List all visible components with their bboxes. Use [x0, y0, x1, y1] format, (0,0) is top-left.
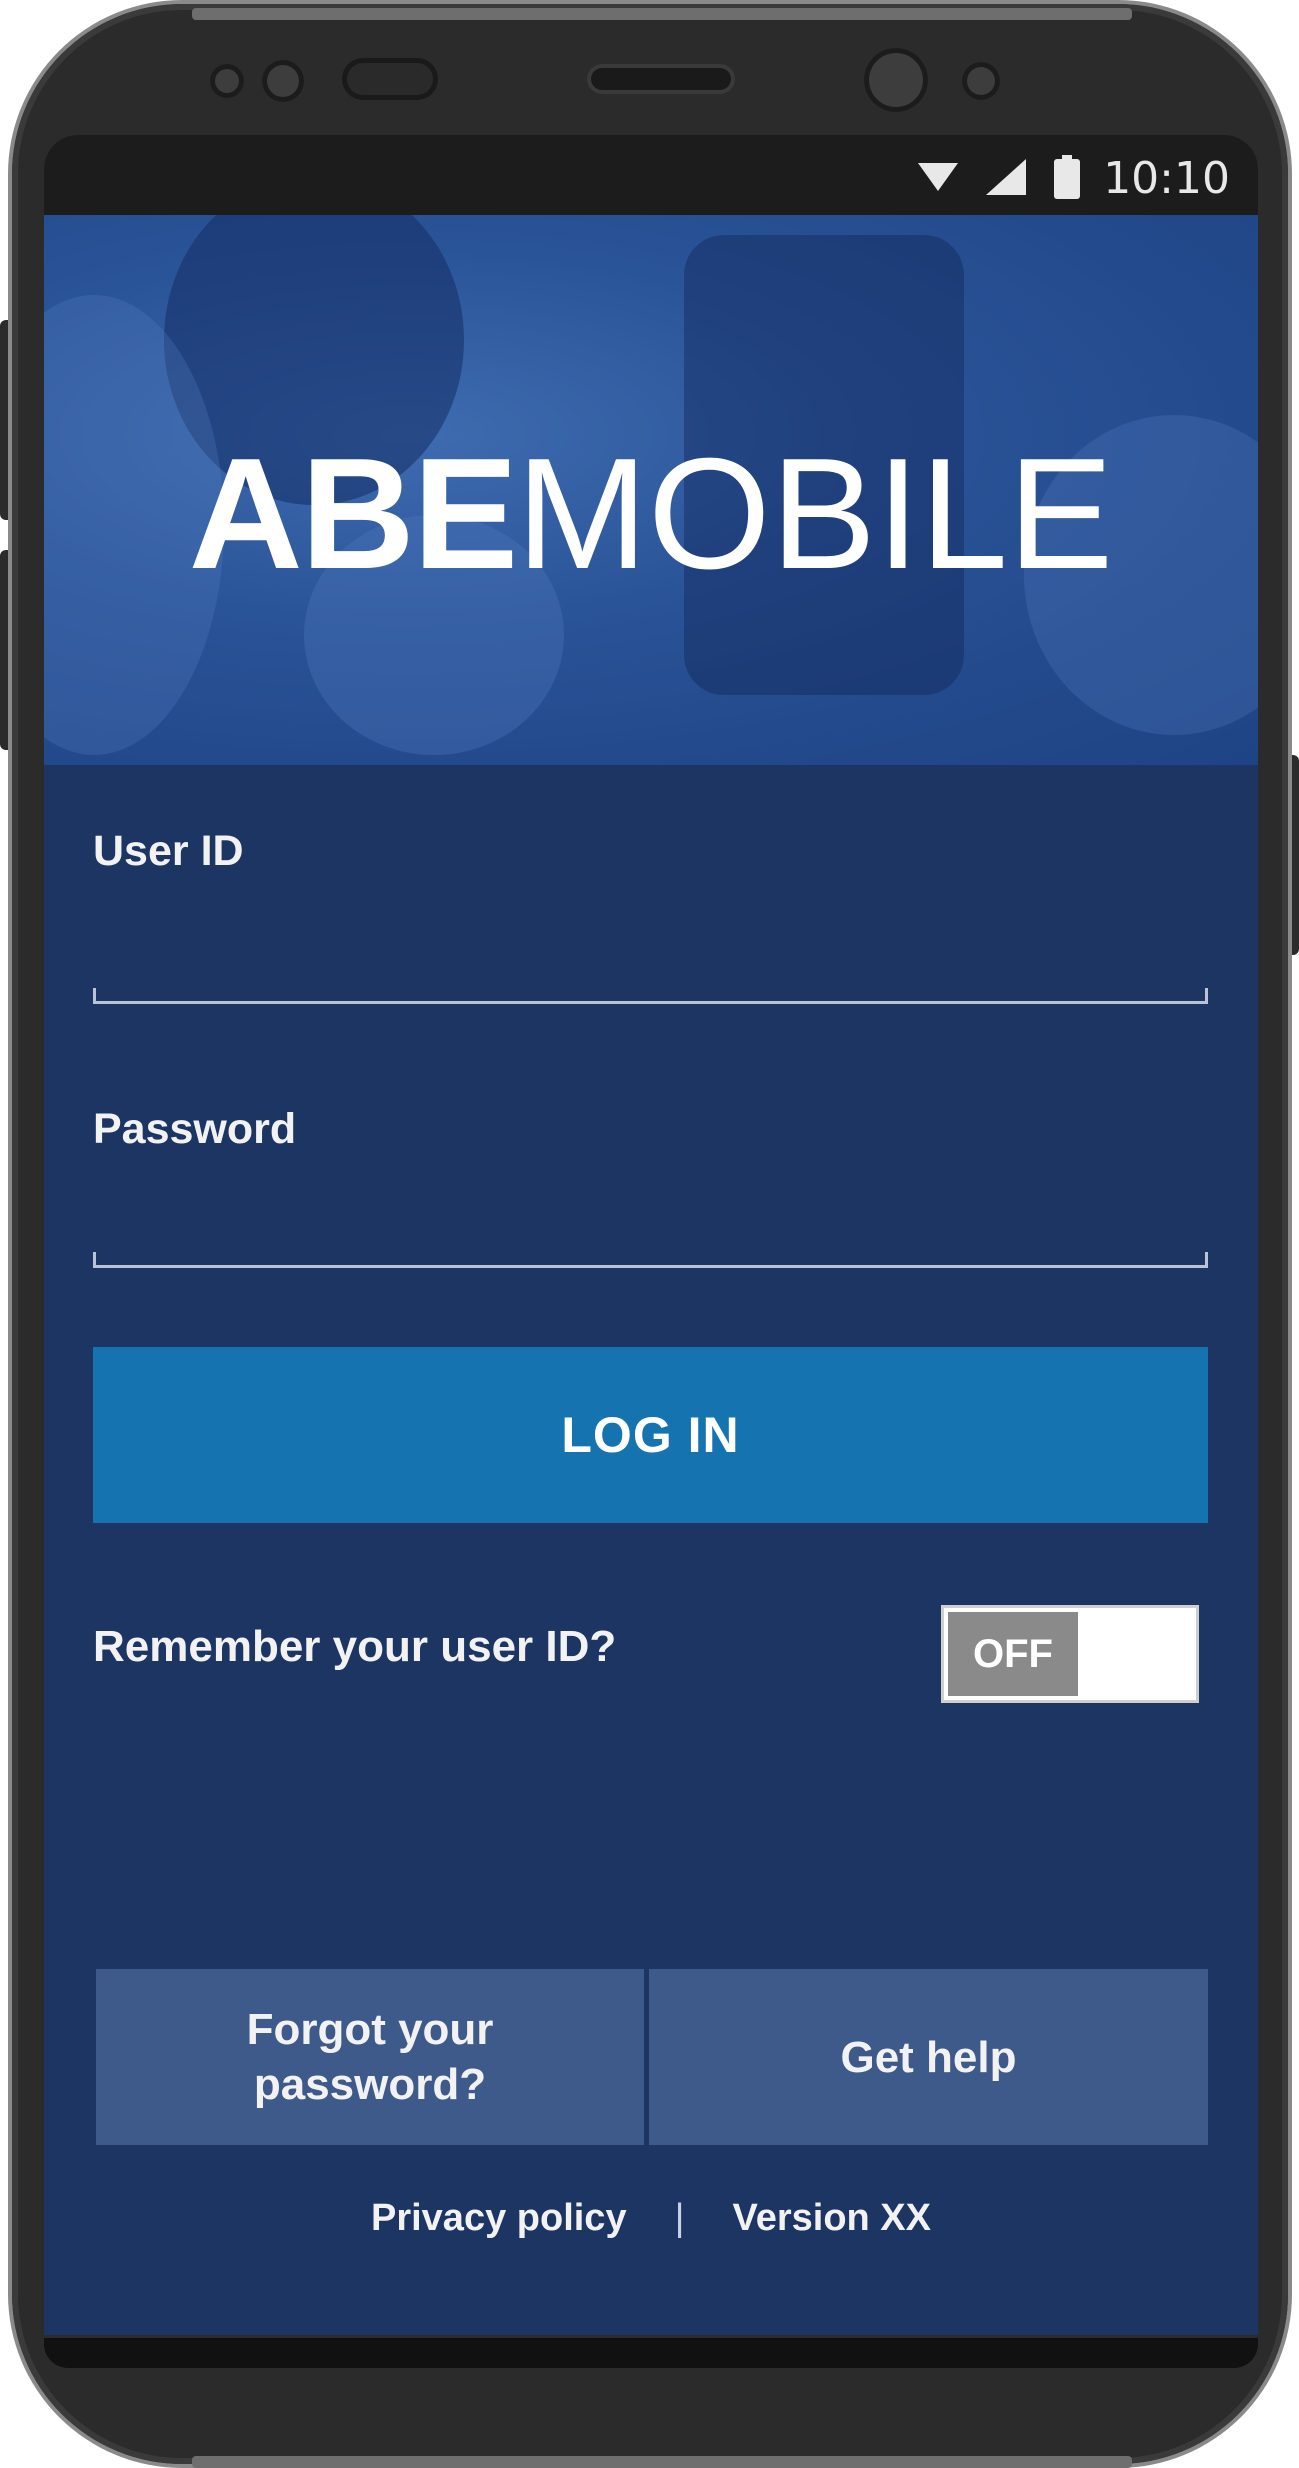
app-logo: ABEMOBILE	[44, 435, 1258, 593]
phone-bottom-edge	[192, 2456, 1132, 2468]
remember-user-id-toggle[interactable]: OFF	[941, 1605, 1199, 1703]
battery-icon	[1054, 155, 1080, 199]
hero-banner: ABEMOBILE	[44, 215, 1258, 765]
wifi-icon	[918, 163, 958, 191]
sensor-dot-icon	[210, 64, 244, 98]
forgot-password-line2: password?	[253, 2060, 487, 2109]
status-bar: 10:10	[44, 135, 1258, 215]
password-label: Password	[93, 1105, 297, 1153]
status-time: 10:10	[1103, 153, 1230, 204]
forgot-password-button[interactable]: Forgot your password?	[96, 1969, 644, 2145]
password-underline	[93, 1252, 1208, 1268]
screen-bottom-bezel	[44, 2338, 1258, 2368]
sensor-pill-icon	[342, 58, 438, 100]
user-id-label: User ID	[93, 827, 244, 875]
footer: Privacy policy | Version XX	[44, 2197, 1258, 2240]
phone-top-edge	[192, 8, 1132, 20]
sensor-dot-icon	[962, 62, 1000, 100]
privacy-policy-link[interactable]: Privacy policy	[371, 2197, 627, 2239]
status-icons	[918, 155, 1080, 199]
user-id-underline	[93, 988, 1208, 1004]
logo-bold-text: ABE	[188, 426, 519, 602]
signal-icon	[986, 159, 1026, 195]
sensor-dot-icon	[262, 60, 304, 102]
footer-separator: |	[674, 2197, 685, 2239]
login-button[interactable]: LOG IN	[93, 1347, 1208, 1523]
earpiece-speaker	[587, 64, 735, 94]
logo-light-text: MOBILE	[516, 426, 1114, 602]
toggle-state-label: OFF	[948, 1612, 1078, 1696]
app-screen: ABEMOBILE User ID Password LOG IN Rememb…	[44, 135, 1258, 2335]
version-text: Version XX	[732, 2197, 931, 2239]
forgot-password-line1: Forgot your	[246, 2005, 494, 2054]
front-camera-icon	[864, 48, 928, 112]
remember-user-id-label: Remember your user ID?	[93, 1622, 617, 1671]
get-help-button[interactable]: Get help	[649, 1969, 1208, 2145]
